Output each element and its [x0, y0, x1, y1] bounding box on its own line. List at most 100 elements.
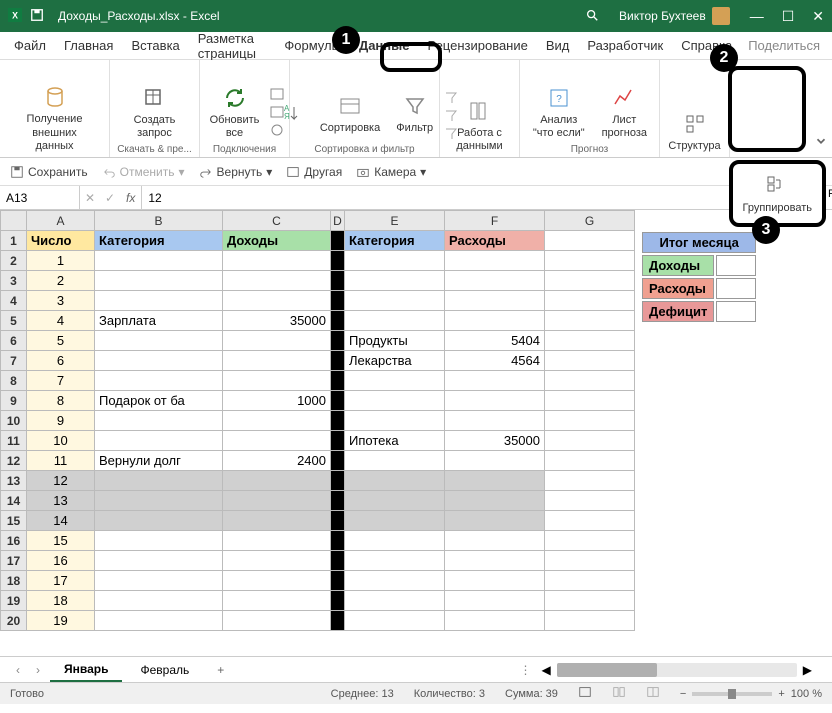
save-icon[interactable]	[30, 8, 44, 25]
cell[interactable]	[223, 291, 331, 311]
cell[interactable]	[445, 611, 545, 631]
col-G[interactable]: G	[545, 211, 635, 231]
cell[interactable]	[95, 331, 223, 351]
scroll-left-icon[interactable]: ◀	[542, 663, 551, 677]
cell[interactable]	[445, 511, 545, 531]
cell[interactable]	[95, 271, 223, 291]
undo-button[interactable]: Отменить ▾	[102, 165, 185, 179]
tab-home[interactable]: Главная	[62, 34, 115, 57]
cell[interactable]	[331, 291, 345, 311]
cell[interactable]: 16	[27, 551, 95, 571]
col-F[interactable]: F	[445, 211, 545, 231]
cell[interactable]	[345, 391, 445, 411]
structure-button[interactable]: Структура	[662, 108, 726, 155]
cell[interactable]	[345, 611, 445, 631]
cell[interactable]	[345, 251, 445, 271]
cell[interactable]	[345, 411, 445, 431]
horizontal-scrollbar[interactable]	[557, 663, 797, 677]
cell[interactable]	[331, 511, 345, 531]
minimize-button[interactable]: —	[750, 8, 764, 25]
cell[interactable]	[331, 331, 345, 351]
collapse-ribbon-icon[interactable]	[814, 134, 828, 153]
cell[interactable]	[331, 491, 345, 511]
row-9[interactable]: 9	[1, 391, 27, 411]
cell[interactable]	[545, 271, 635, 291]
row-17[interactable]: 17	[1, 551, 27, 571]
cell[interactable]	[223, 511, 331, 531]
cell[interactable]	[95, 511, 223, 531]
cell[interactable]: 9	[27, 411, 95, 431]
cell[interactable]	[545, 571, 635, 591]
cell[interactable]	[445, 371, 545, 391]
row-2[interactable]: 2	[1, 251, 27, 271]
scroll-right-icon[interactable]: ▶	[803, 663, 812, 677]
row-10[interactable]: 10	[1, 411, 27, 431]
tab-developer[interactable]: Разработчик	[585, 34, 665, 57]
cell[interactable]: 3	[27, 291, 95, 311]
cell[interactable]	[331, 571, 345, 591]
cell[interactable]: Зарплата	[95, 311, 223, 331]
tab-view[interactable]: Вид	[544, 34, 572, 57]
cell[interactable]	[445, 411, 545, 431]
cell[interactable]	[445, 271, 545, 291]
cell[interactable]	[95, 491, 223, 511]
other-button[interactable]: Другая	[286, 165, 342, 179]
cell[interactable]: 5404	[445, 331, 545, 351]
row-15[interactable]: 15	[1, 511, 27, 531]
cell[interactable]: Категория	[345, 231, 445, 251]
name-box[interactable]: A13	[0, 186, 80, 209]
search-icon[interactable]	[585, 8, 599, 25]
cell[interactable]	[345, 491, 445, 511]
zoom-control[interactable]: − + 100 %	[680, 688, 822, 700]
cell[interactable]	[545, 371, 635, 391]
close-button[interactable]: ✕	[812, 8, 824, 25]
cell[interactable]	[445, 491, 545, 511]
cell[interactable]	[445, 531, 545, 551]
cell[interactable]	[331, 531, 345, 551]
cell[interactable]	[445, 551, 545, 571]
row-8[interactable]: 8	[1, 371, 27, 391]
summary-table[interactable]: Итог месяца Доходы Расходы Дефицит	[640, 230, 758, 324]
cell[interactable]	[545, 311, 635, 331]
camera-button[interactable]: Камера ▾	[356, 165, 426, 179]
refresh-button[interactable]: Обновить все	[204, 82, 266, 142]
cell[interactable]	[223, 431, 331, 451]
cell[interactable]	[223, 551, 331, 571]
cell[interactable]: Вернули долг	[95, 451, 223, 471]
sheet-tab-jan[interactable]: Январь	[50, 658, 122, 682]
row-11[interactable]: 11	[1, 431, 27, 451]
cell[interactable]	[545, 531, 635, 551]
cell[interactable]	[95, 611, 223, 631]
cell[interactable]	[345, 271, 445, 291]
cell[interactable]	[345, 551, 445, 571]
cell[interactable]: 1000	[223, 391, 331, 411]
zoom-out-icon[interactable]: −	[680, 688, 686, 700]
group-button[interactable]: Группировать	[737, 170, 819, 217]
view-normal-icon[interactable]	[578, 685, 592, 702]
cell[interactable]: 35000	[223, 311, 331, 331]
view-pagebreak-icon[interactable]	[646, 685, 660, 702]
cell[interactable]	[545, 251, 635, 271]
tab-nav-prev[interactable]: ‹	[10, 661, 26, 679]
row-13[interactable]: 13	[1, 471, 27, 491]
col-D[interactable]: D	[331, 211, 345, 231]
cell[interactable]	[331, 411, 345, 431]
row-19[interactable]: 19	[1, 591, 27, 611]
row-20[interactable]: 20	[1, 611, 27, 631]
cell[interactable]: 4	[27, 311, 95, 331]
cell[interactable]	[345, 471, 445, 491]
cell[interactable]: 5	[27, 331, 95, 351]
cell[interactable]	[223, 251, 331, 271]
cell[interactable]: 12	[27, 471, 95, 491]
cell[interactable]	[95, 471, 223, 491]
cell[interactable]	[445, 471, 545, 491]
cell[interactable]	[95, 551, 223, 571]
cell[interactable]	[545, 351, 635, 371]
cell[interactable]	[331, 231, 345, 251]
cell[interactable]	[345, 451, 445, 471]
create-query-button[interactable]: Создать запрос	[116, 82, 193, 142]
cell[interactable]	[545, 611, 635, 631]
cell[interactable]	[345, 531, 445, 551]
cell[interactable]: Категория	[95, 231, 223, 251]
row-16[interactable]: 16	[1, 531, 27, 551]
